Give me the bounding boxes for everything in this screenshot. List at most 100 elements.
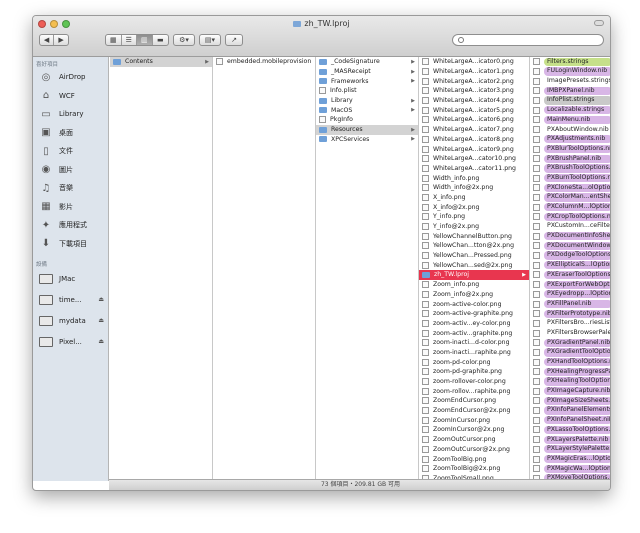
toolbar-toggle-button[interactable]: [594, 20, 604, 26]
list-item[interactable]: zoom-rollover-color.png: [419, 377, 529, 387]
list-item[interactable]: WhiteLargeA...cator11.png: [419, 164, 529, 174]
list-item[interactable]: Width_info.png: [419, 173, 529, 183]
list-item[interactable]: _MASReceipt ▶: [316, 67, 418, 77]
list-item[interactable]: zoom-activ...graphite.png: [419, 328, 529, 338]
list-item[interactable]: Zoom_info.png: [419, 280, 529, 290]
list-item[interactable]: PXEllipticalS...lOptions.nib: [530, 260, 610, 270]
share-button[interactable]: ↗: [226, 35, 242, 45]
list-item[interactable]: WhiteLargeA...icator2.png: [419, 76, 529, 86]
search-input[interactable]: [452, 34, 604, 46]
action-button[interactable]: ⚙▾: [174, 35, 194, 45]
list-item[interactable]: PXDodgeToolOptions.nib: [530, 251, 610, 261]
eject-icon[interactable]: ⏏: [98, 296, 104, 303]
arrange-button[interactable]: ▤▾: [200, 35, 220, 45]
list-item[interactable]: PXFiltersBrowserPalette.nib: [530, 328, 610, 338]
eject-icon[interactable]: ⏏: [98, 338, 104, 345]
list-item[interactable]: PXBrushToolOptions.nib: [530, 164, 610, 174]
list-item[interactable]: WhiteLargeA...icator1.png: [419, 67, 529, 77]
list-item[interactable]: PXDocumentWindow.nib: [530, 241, 610, 251]
list-item[interactable]: zoom-pd-graphite.png: [419, 367, 529, 377]
list-item[interactable]: Width_info@2x.png: [419, 183, 529, 193]
list-item[interactable]: PXMagicEras...lOptions.nib: [530, 454, 610, 464]
list-item[interactable]: MacOS ▶: [316, 105, 418, 115]
list-item[interactable]: PXCropToolOptions.nib: [530, 212, 610, 222]
list-item[interactable]: zoom-pd-color.png: [419, 357, 529, 367]
list-item[interactable]: PXHealingProgressPanel.nib: [530, 367, 610, 377]
list-item[interactable]: WhiteLargeA...icator7.png: [419, 125, 529, 135]
list-item[interactable]: WhiteLargeA...icator0.png: [419, 57, 529, 67]
list-item[interactable]: YellowChannelButton.png: [419, 231, 529, 241]
list-item[interactable]: ImagePresets.strings: [530, 76, 610, 86]
sidebar-item[interactable]: ▯ 文件: [33, 142, 108, 161]
list-item[interactable]: PXAdjustments.nib: [530, 135, 610, 145]
list-item[interactable]: PXExportForWebOptions.nib: [530, 280, 610, 290]
list-item[interactable]: WhiteLargeA...cator10.png: [419, 154, 529, 164]
list-item[interactable]: zoom-active-color.png: [419, 299, 529, 309]
back-button[interactable]: ◀: [40, 35, 55, 45]
list-item[interactable]: PkgInfo: [316, 115, 418, 125]
sidebar-item[interactable]: ▦ 影片: [33, 198, 108, 217]
list-item[interactable]: PXGradientPanel.nib: [530, 338, 610, 348]
list-item[interactable]: PXGradientToolOptions.nib: [530, 348, 610, 358]
list-item[interactable]: PXHandToolOptions.nib: [530, 357, 610, 367]
list-item[interactable]: PXLayerStylePalette.nib: [530, 445, 610, 455]
list-item[interactable]: Y_info.png: [419, 212, 529, 222]
list-item[interactable]: PXLassoToolOptions.nib: [530, 425, 610, 435]
sidebar-item[interactable]: ◎ AirDrop: [33, 68, 108, 87]
list-item[interactable]: zoom-activ...ey-color.png: [419, 319, 529, 329]
list-item[interactable]: WhiteLargeA...icator9.png: [419, 144, 529, 154]
list-item[interactable]: Zoom_info@2x.png: [419, 290, 529, 300]
list-item[interactable]: zh_TW.lproj ▶: [419, 270, 529, 280]
sidebar-device[interactable]: mydata ⏏: [33, 310, 108, 331]
list-item[interactable]: PXMagicWa...lOptions.nib: [530, 464, 610, 474]
sidebar-item[interactable]: ▣ 桌面: [33, 124, 108, 143]
list-item[interactable]: WhiteLargeA...icator8.png: [419, 135, 529, 145]
list-item[interactable]: zoom-rollov...raphite.png: [419, 386, 529, 396]
list-item[interactable]: PXImageCapture.nib: [530, 386, 610, 396]
list-item[interactable]: Frameworks ▶: [316, 76, 418, 86]
cover-flow-button[interactable]: ▬: [153, 35, 168, 45]
list-item[interactable]: Library ▶: [316, 96, 418, 106]
list-item[interactable]: WhiteLargeA...icator6.png: [419, 115, 529, 125]
list-item[interactable]: WhiteLargeA...icator5.png: [419, 105, 529, 115]
sidebar-device[interactable]: Pixel... ⏏: [33, 331, 108, 352]
list-item[interactable]: IMBPXPanel.nib: [530, 86, 610, 96]
list-item[interactable]: InfoPlist.strings: [530, 96, 610, 106]
list-item[interactable]: PXAboutWindow.nib: [530, 125, 610, 135]
list-view-button[interactable]: ☰: [122, 35, 138, 45]
list-item[interactable]: PXInfoPanelSheet.nib: [530, 415, 610, 425]
sidebar-item[interactable]: ✦ 應用程式: [33, 216, 108, 235]
list-item[interactable]: ZoomOutCursor@2x.png: [419, 445, 529, 455]
list-item[interactable]: zoom-active-graphite.png: [419, 309, 529, 319]
list-item[interactable]: ZoomEndCursor@2x.png: [419, 406, 529, 416]
list-item[interactable]: PXEyedropp...lOptions.nib: [530, 290, 610, 300]
list-item[interactable]: PXFilterPrototype.nib: [530, 309, 610, 319]
list-item[interactable]: Y_info@2x.png: [419, 222, 529, 232]
sidebar-item[interactable]: ▭ Library: [33, 105, 108, 124]
icon-view-button[interactable]: ▦: [106, 35, 122, 45]
list-item[interactable]: PXCloneSta...olOptions.nib: [530, 183, 610, 193]
list-item[interactable]: WhiteLargeA...icator4.png: [419, 96, 529, 106]
list-item[interactable]: embedded.mobileprovision: [213, 57, 315, 67]
list-item[interactable]: ZoomInCursor.png: [419, 415, 529, 425]
list-item[interactable]: PXColorMan...entSheet.nib: [530, 193, 610, 203]
list-item[interactable]: ZoomEndCursor.png: [419, 396, 529, 406]
list-item[interactable]: Filters.strings: [530, 57, 610, 67]
list-item[interactable]: Info.plist: [316, 86, 418, 96]
list-item[interactable]: PXEraserToolOptions.nib: [530, 270, 610, 280]
list-item[interactable]: PXBurnToolOptions.nib: [530, 173, 610, 183]
list-item[interactable]: PXDocumentInfoSheet.nib: [530, 231, 610, 241]
forward-button[interactable]: ▶: [54, 35, 68, 45]
list-item[interactable]: PXLayersPalette.nib: [530, 435, 610, 445]
list-item[interactable]: ZoomToolBig.png: [419, 454, 529, 464]
list-item[interactable]: PXImageSizeSheets.nib: [530, 396, 610, 406]
list-item[interactable]: XPCServices ▶: [316, 135, 418, 145]
list-item[interactable]: PXCustomIn...ceFilters.nib: [530, 222, 610, 232]
list-item[interactable]: PXFiltersBro...riesList.data: [530, 319, 610, 329]
list-item[interactable]: zoom-inacti...raphite.png: [419, 348, 529, 358]
list-item[interactable]: Localizable.strings: [530, 105, 610, 115]
sidebar-item[interactable]: ♫ 音樂: [33, 179, 108, 198]
list-item[interactable]: PXColumnM...lOptions.nib: [530, 202, 610, 212]
list-item[interactable]: X_info@2x.png: [419, 202, 529, 212]
list-item[interactable]: PXHealingToolOptions.nib: [530, 377, 610, 387]
